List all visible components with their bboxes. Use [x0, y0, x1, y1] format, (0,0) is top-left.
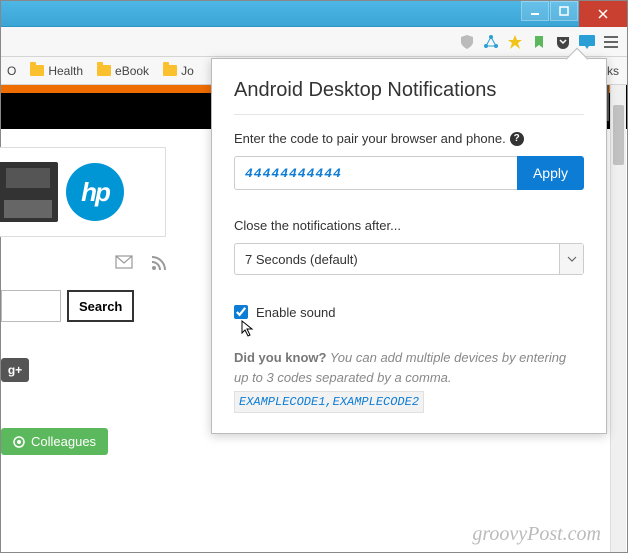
watermark: groovyPost.com	[472, 523, 601, 546]
folder-icon	[30, 65, 44, 76]
search-input[interactable]	[1, 290, 61, 322]
pair-label: Enter the code to pair your browser and …	[234, 131, 506, 146]
presence-icon	[13, 436, 25, 448]
extension-popup: Android Desktop Notifications Enter the …	[211, 58, 607, 434]
bookmark-folder-health[interactable]: Health	[30, 64, 83, 78]
popup-title: Android Desktop Notifications	[234, 79, 584, 102]
minimize-button[interactable]	[521, 1, 549, 21]
google-plus-button[interactable]: g+	[1, 358, 29, 382]
hp-logo: hp	[66, 163, 124, 221]
help-icon[interactable]: ?	[510, 132, 524, 146]
pocket-icon[interactable]	[553, 32, 573, 52]
window-titlebar	[1, 1, 627, 27]
notifications-extension-icon[interactable]	[577, 32, 597, 52]
menu-button[interactable]	[601, 34, 621, 50]
printer-image	[0, 162, 58, 222]
cursor-icon	[240, 319, 256, 344]
vertical-scrollbar[interactable]	[610, 85, 626, 552]
tip-text: Did you know? You can add multiple devic…	[234, 348, 584, 413]
apply-button[interactable]: Apply	[517, 156, 584, 190]
enable-sound-checkbox[interactable]	[234, 305, 248, 319]
evernote-icon[interactable]	[529, 32, 549, 52]
pair-code-input[interactable]	[234, 156, 517, 190]
star-icon[interactable]	[505, 32, 525, 52]
search-button[interactable]: Search	[67, 290, 134, 322]
duration-select[interactable]: 7 Seconds (default)	[234, 243, 584, 275]
example-code: EXAMPLECODE1,EXAMPLECODE2	[234, 391, 424, 413]
ad-banner[interactable]: hp	[0, 147, 166, 237]
email-icon[interactable]	[115, 255, 133, 276]
folder-icon	[163, 65, 177, 76]
browser-toolbar	[1, 27, 627, 57]
close-button[interactable]	[579, 1, 627, 27]
bookmark-item[interactable]: O	[7, 64, 16, 78]
folder-icon	[97, 65, 111, 76]
colleagues-button[interactable]: Colleagues	[1, 428, 108, 455]
scrollbar-thumb[interactable]	[613, 105, 624, 165]
extension-icon[interactable]	[481, 32, 501, 52]
bookmark-folder-ebook[interactable]: eBook	[97, 64, 149, 78]
rss-icon[interactable]	[151, 255, 167, 276]
bookmark-folder-partial[interactable]: Jo	[163, 64, 194, 78]
enable-sound-label: Enable sound	[256, 305, 336, 320]
maximize-button[interactable]	[550, 1, 578, 21]
shield-icon[interactable]	[457, 32, 477, 52]
close-after-label: Close the notifications after...	[234, 218, 401, 233]
